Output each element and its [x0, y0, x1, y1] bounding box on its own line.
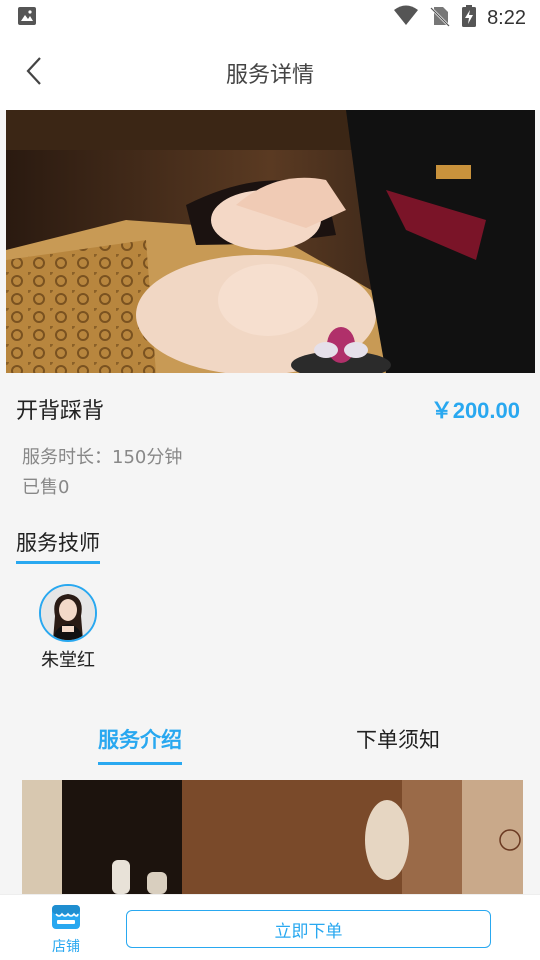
shop-button[interactable]: 店铺: [40, 903, 92, 956]
image-notification-icon: [16, 5, 38, 31]
store-icon: [50, 905, 82, 935]
technician-name: 朱堂红: [41, 650, 95, 671]
service-hero-image: [6, 110, 535, 373]
navigation-bar: 服务详情: [0, 36, 540, 110]
wifi-icon: [393, 5, 419, 31]
service-duration: 服务时长：150分钟: [22, 447, 183, 468]
battery-charging-icon: [461, 4, 477, 32]
service-price: ￥200.00: [430, 398, 520, 423]
no-sim-icon: [429, 5, 451, 31]
status-time: 8:22: [487, 6, 526, 29]
shop-label: 店铺: [52, 939, 80, 955]
order-now-button[interactable]: 立即下单: [126, 910, 491, 948]
tab-order-notice[interactable]: 下单须知: [356, 724, 440, 754]
service-intro-image: [22, 780, 523, 894]
technician-section-title: 服务技师: [16, 527, 100, 564]
service-sold-count: 已售0: [22, 477, 70, 498]
chevron-left-icon: [25, 56, 43, 90]
avatar: [39, 584, 97, 642]
back-button[interactable]: [18, 56, 50, 90]
bottom-action-bar: 店铺 立即下单: [0, 894, 540, 960]
status-bar: 8:22: [0, 0, 540, 36]
service-name: 开背踩背: [16, 399, 105, 424]
page-title: 服务详情: [225, 63, 314, 88]
tab-service-intro[interactable]: 服务介绍: [98, 724, 182, 765]
technician-card[interactable]: 朱堂红: [36, 584, 100, 672]
status-indicators: 8:22: [393, 4, 526, 32]
